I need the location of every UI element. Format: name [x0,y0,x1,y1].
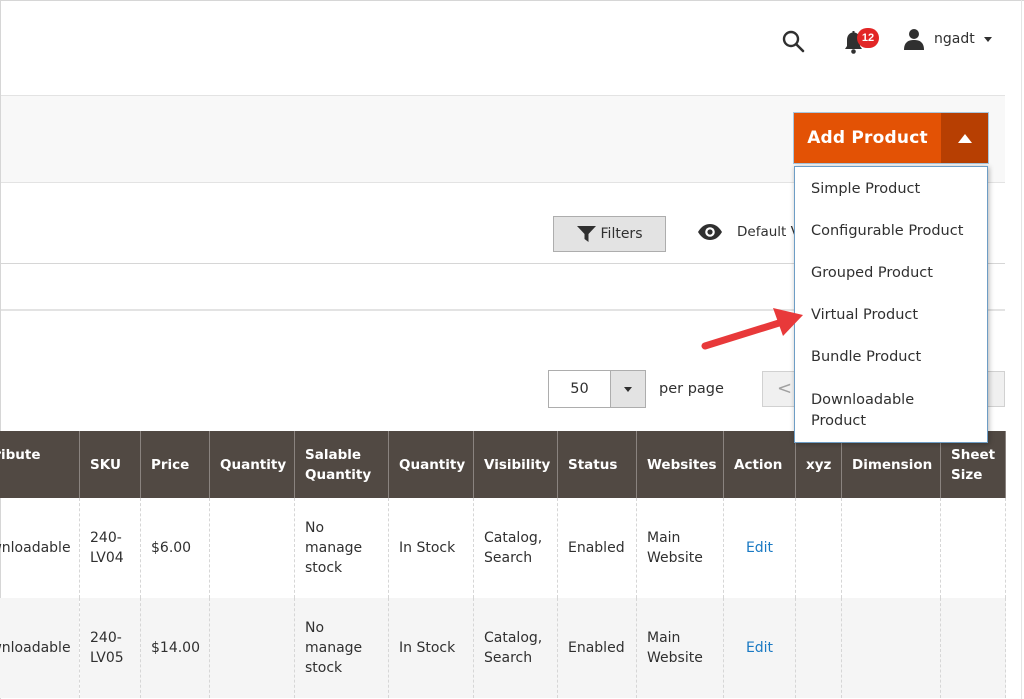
column-header-quantity[interactable]: Quantity [209,431,295,498]
table-row[interactable]: Downloadable 240-LV05 $14.00 No manage s… [0,598,1006,698]
cell-status: Enabled [557,598,637,698]
cell-xyz [795,598,842,698]
column-header-sku[interactable]: SKU [79,431,141,498]
per-page-dropdown-toggle[interactable] [610,370,646,408]
column-header-status[interactable]: Status [557,431,637,498]
column-header-visibility[interactable]: Visibility [473,431,558,498]
cell-salable-quantity: No manage stock [294,598,389,698]
cell-visibility: Catalog, Search [473,598,558,698]
table-row[interactable]: Downloadable 240-LV04 $6.00 No manage st… [0,498,1006,598]
cell-dimension [841,498,941,598]
view-switcher[interactable]: Default V [697,224,800,240]
cell-attribute-set: Downloadable [0,498,80,598]
cell-quantity [209,498,295,598]
user-menu[interactable]: ngadt [903,28,992,50]
cell-xyz [795,498,842,598]
cell-price: $14.00 [140,598,210,698]
column-header-salable-quantity[interactable]: Salable Quantity [294,431,389,498]
cell-attribute-set: Downloadable [0,598,80,698]
add-product-menu-toggle[interactable] [941,113,988,163]
user-name: ngadt [934,31,975,47]
eye-icon [698,224,722,240]
add-product-split-button: Add Product [793,112,989,164]
column-header-attribute-set[interactable]: Attribute Set [0,431,80,498]
cell-sku: 240-LV05 [79,598,141,698]
caret-up-icon [957,133,972,143]
cell-dimension [841,598,941,698]
cell-visibility: Catalog, Search [473,498,558,598]
per-page-label: per page [659,381,724,397]
add-product-dropdown-menu: Simple Product Configurable Product Grou… [794,166,988,443]
caret-down-icon [624,386,632,392]
cell-salable-quantity: No manage stock [294,498,389,598]
cell-quantity [209,598,295,698]
filters-label: Filters [600,226,643,242]
column-header-price[interactable]: Price [140,431,210,498]
previous-page-button[interactable]: < [777,378,792,399]
product-grid: Attribute Set SKU Price Quantity Salable… [0,431,1006,698]
edit-link[interactable]: Edit [723,498,796,598]
menu-item-configurable-product[interactable]: Configurable Product [795,213,987,255]
user-icon [904,29,924,50]
chevron-down-icon [983,36,992,42]
menu-item-simple-product[interactable]: Simple Product [795,171,987,213]
menu-item-downloadable-product[interactable]: Downloadable Product [795,381,957,441]
add-product-button[interactable]: Add Product [794,113,941,163]
cell-price: $6.00 [140,498,210,598]
cell-stock-quantity: In Stock [388,598,474,698]
cell-sheet-size [940,598,1006,698]
edit-link[interactable]: Edit [723,598,796,698]
column-header-stock-quantity[interactable]: Quantity [388,431,474,498]
per-page-selector: 50 per page [548,370,724,408]
cell-websites: Main Website [636,598,724,698]
cell-sku: 240-LV04 [79,498,141,598]
search-icon[interactable] [781,29,805,53]
frame-border-top [0,0,1024,1]
cell-sheet-size [940,498,1006,598]
column-header-action: Action [723,431,796,498]
callout-arrow-icon [701,308,803,350]
menu-item-virtual-product[interactable]: Virtual Product [795,297,987,339]
cell-status: Enabled [557,498,637,598]
cell-websites: Main Website [636,498,724,598]
frame-border-right [1021,0,1022,699]
filter-funnel-icon [576,226,596,242]
view-label: Default V [737,224,800,240]
per-page-value[interactable]: 50 [548,370,610,408]
menu-item-bundle-product[interactable]: Bundle Product [795,339,987,381]
filters-button[interactable]: Filters [553,216,666,252]
notification-count-badge: 12 [857,28,879,48]
cell-stock-quantity: In Stock [388,498,474,598]
menu-item-grouped-product[interactable]: Grouped Product [795,255,987,297]
column-header-websites[interactable]: Websites [636,431,724,498]
